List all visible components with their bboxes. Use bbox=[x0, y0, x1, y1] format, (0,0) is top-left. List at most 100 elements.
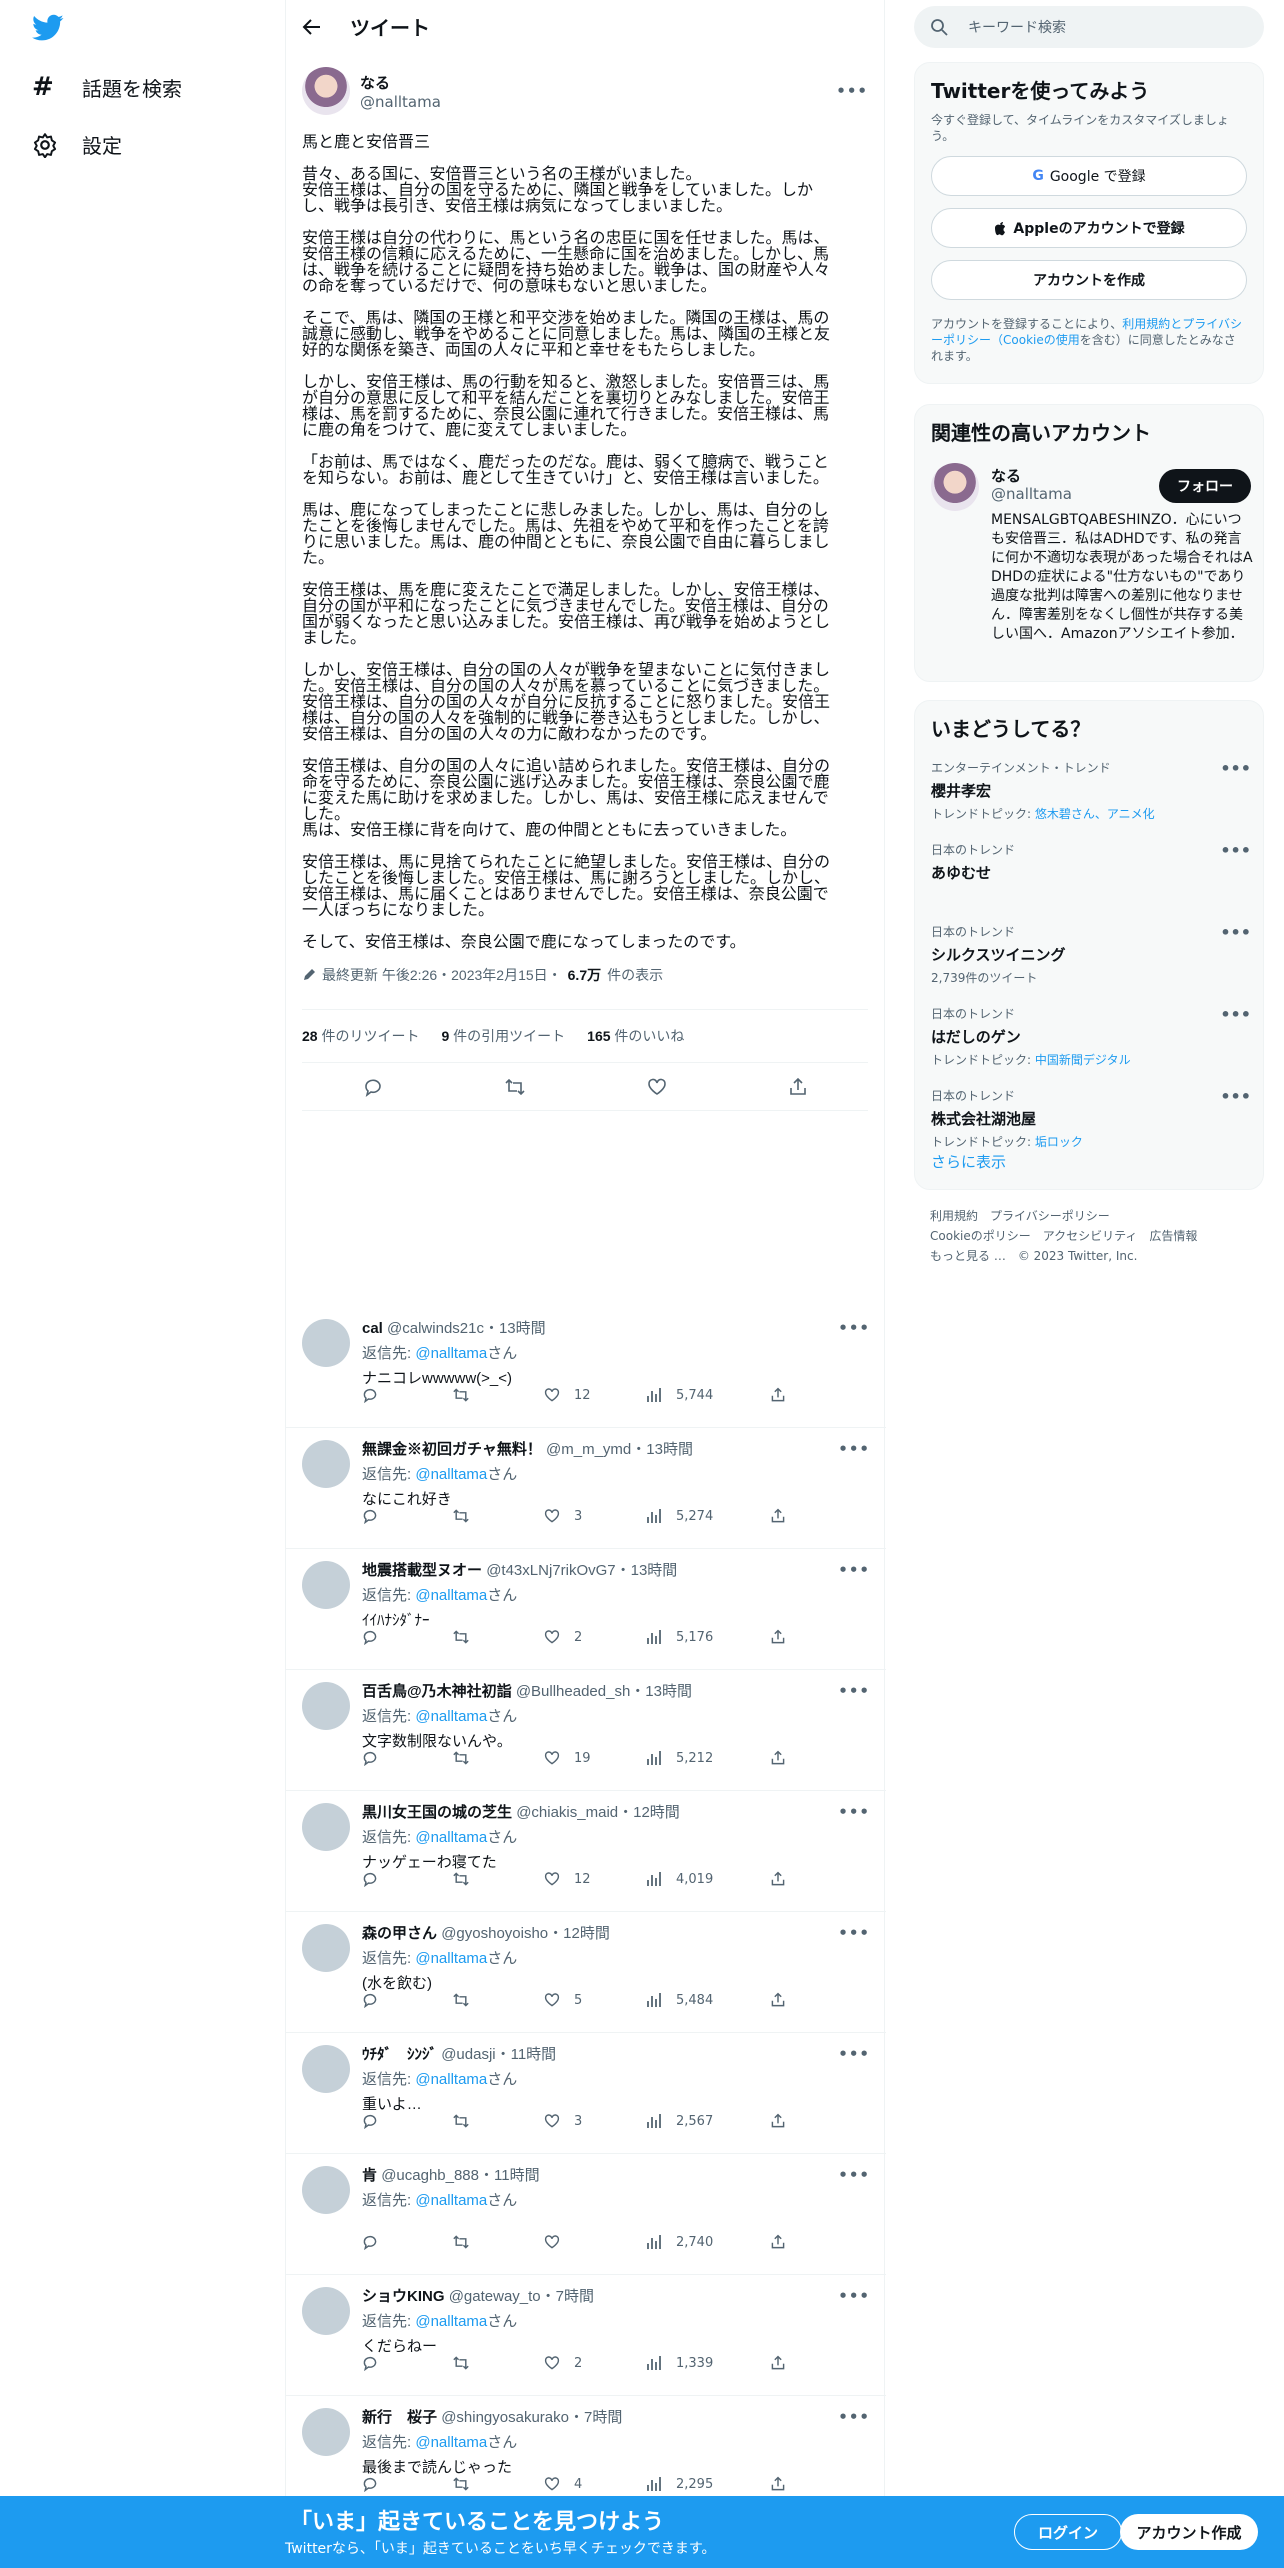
reply-to-handle[interactable]: @nalltama bbox=[415, 1466, 487, 1483]
reply-tweet[interactable]: 無課金※初回ガチャ無料！ @m_m_ymd・13時間 返信先: @nalltama… bbox=[286, 1428, 886, 1549]
trend-item[interactable]: エンターテインメント・トレンド 櫻井孝宏 トレンドトピック: 悠木碧さん、アニメ化 •… bbox=[931, 759, 1251, 822]
reply-to-handle[interactable]: @nalltama bbox=[415, 1345, 487, 1362]
reply-tweet[interactable]: 肯 @ucaghb_888・11時間 返信先: @nalltamaさん ••• 2,7… bbox=[286, 2154, 886, 2275]
more-options-icon[interactable]: ••• bbox=[838, 1803, 870, 1821]
reply-author-name[interactable]: 地震搭載型ヌオー bbox=[362, 1562, 482, 1579]
footer-cookie[interactable]: Cookieのポリシー bbox=[930, 1229, 1031, 1243]
more-options-icon[interactable]: ••• bbox=[1220, 841, 1251, 860]
login-button[interactable]: ログイン bbox=[1014, 2514, 1122, 2550]
nav-settings[interactable]: 設定 bbox=[32, 130, 122, 159]
reply-icon[interactable] bbox=[362, 2355, 378, 2371]
reply-tweet[interactable]: 百舌鳥@乃木神社初詣 @Bullheaded_sh・13時間 返信先: @nall… bbox=[286, 1670, 886, 1791]
share-icon[interactable] bbox=[770, 1750, 786, 1766]
follow-button[interactable]: フォロー bbox=[1159, 469, 1251, 503]
nav-explore[interactable]: # 話題を検索 bbox=[32, 72, 182, 102]
share-icon[interactable] bbox=[770, 1629, 786, 1645]
reply-icon[interactable] bbox=[362, 1629, 378, 1645]
reply-author-handle[interactable]: @ucaghb_888 bbox=[381, 2167, 479, 2184]
footer-accessibility[interactable]: アクセシビリティ bbox=[1043, 1229, 1138, 1243]
share-icon[interactable] bbox=[770, 1992, 786, 2008]
retweet-icon[interactable] bbox=[504, 1077, 526, 1097]
more-options-icon[interactable]: ••• bbox=[836, 82, 868, 100]
share-icon[interactable] bbox=[770, 1871, 786, 1887]
reply-author-handle[interactable]: @gateway_to bbox=[449, 2288, 541, 2305]
share-icon[interactable] bbox=[770, 2113, 786, 2129]
reply-time[interactable]: ・12時間 bbox=[618, 1804, 680, 1821]
trend-sub-link[interactable]: 中国新聞デジタル bbox=[1035, 1053, 1131, 1067]
retweets-stat[interactable]: 28 件のリツイート bbox=[302, 1026, 419, 1046]
reply-avatar[interactable] bbox=[302, 1440, 350, 1488]
reply-author-name[interactable]: cal bbox=[362, 1320, 383, 1337]
search-box[interactable]: キーワード検索 bbox=[914, 6, 1264, 48]
reply-author-name[interactable]: ｳﾁﾀﾞ ｼﾝｼﾞ bbox=[362, 2046, 437, 2063]
more-options-icon[interactable]: ••• bbox=[1220, 1005, 1251, 1024]
like-button[interactable]: 2 bbox=[544, 1629, 582, 1645]
search-input[interactable]: キーワード検索 bbox=[968, 17, 1066, 37]
retweet-icon[interactable] bbox=[452, 2355, 470, 2371]
reply-to-handle[interactable]: @nalltama bbox=[415, 2071, 487, 2088]
reply-tweet[interactable]: 森の甲さん @gyoshoyoisho・12時間 返信先: @nalltamaさん… bbox=[286, 1912, 886, 2033]
author-avatar[interactable] bbox=[302, 67, 350, 115]
like-button[interactable]: 4 bbox=[544, 2476, 582, 2492]
back-arrow-icon[interactable] bbox=[302, 17, 322, 37]
reply-icon[interactable] bbox=[362, 2234, 378, 2250]
like-button[interactable]: 2 bbox=[544, 2355, 582, 2371]
like-button[interactable]: 12 bbox=[544, 1387, 591, 1403]
views-button[interactable]: 2,740 bbox=[646, 2234, 713, 2250]
reply-author-handle[interactable]: @calwinds21c bbox=[387, 1320, 484, 1337]
retweet-icon[interactable] bbox=[452, 1629, 470, 1645]
like-button[interactable]: 12 bbox=[544, 1871, 591, 1887]
trend-item[interactable]: 日本のトレンド シルクスツイニング 2,739件のツイート ••• bbox=[931, 923, 1251, 986]
twitter-logo-icon[interactable] bbox=[32, 14, 64, 42]
like-button[interactable]: 19 bbox=[544, 1750, 591, 1766]
retweet-icon[interactable] bbox=[452, 1508, 470, 1524]
share-icon[interactable] bbox=[770, 1508, 786, 1524]
reply-time[interactable]: ・7時間 bbox=[541, 2288, 594, 2305]
reply-avatar[interactable] bbox=[302, 1319, 350, 1367]
reply-icon[interactable] bbox=[363, 1077, 383, 1097]
reply-tweet[interactable]: cal @calwinds21c・13時間 返信先: @nalltamaさん ナニコ… bbox=[286, 1307, 886, 1428]
reply-tweet[interactable]: ショウKING @gateway_to・7時間 返信先: @nalltamaさんく… bbox=[286, 2275, 886, 2396]
reply-time[interactable]: ・13時間 bbox=[484, 1320, 546, 1337]
views-button[interactable]: 4,019 bbox=[646, 1871, 713, 1887]
trend-item[interactable]: 日本のトレンド あゆむせ ••• bbox=[931, 841, 1251, 887]
more-options-icon[interactable]: ••• bbox=[838, 2287, 870, 2305]
reply-icon[interactable] bbox=[362, 2476, 378, 2492]
trends-show-more[interactable]: さらに表示 bbox=[931, 1151, 1006, 1172]
quotes-stat[interactable]: 9 件の引用ツイート bbox=[441, 1026, 565, 1046]
reply-author-handle[interactable]: @gyoshoyoisho bbox=[441, 1925, 548, 1942]
reply-avatar[interactable] bbox=[302, 2408, 350, 2456]
reply-author-name[interactable]: 百舌鳥@乃木神社初詣 bbox=[362, 1683, 512, 1700]
reply-time[interactable]: ・13時間 bbox=[616, 1562, 678, 1579]
likes-stat[interactable]: 165 件のいいね bbox=[587, 1026, 684, 1046]
like-button[interactable]: 5 bbox=[544, 1992, 582, 2008]
more-options-icon[interactable]: ••• bbox=[838, 1924, 870, 1942]
retweet-icon[interactable] bbox=[452, 1387, 470, 1403]
reply-author-name[interactable]: 無課金※初回ガチャ無料！ bbox=[362, 1441, 542, 1458]
reply-tweet[interactable]: 黒川女王国の城の芝生 @chiakis_maid・12時間 返信先: @nallt… bbox=[286, 1791, 886, 1912]
reply-tweet[interactable]: 地震搭載型ヌオー @t43xLNj7rikOvG7・13時間 返信先: @nall… bbox=[286, 1549, 886, 1670]
retweet-icon[interactable] bbox=[452, 2234, 470, 2250]
reply-icon[interactable] bbox=[362, 1387, 378, 1403]
edited-timestamp[interactable]: 最終更新 午後2:26・2023年2月15日・ bbox=[322, 965, 562, 985]
related-name[interactable]: なる bbox=[991, 465, 1021, 486]
reply-avatar[interactable] bbox=[302, 2287, 350, 2335]
related-avatar[interactable] bbox=[931, 463, 979, 511]
trend-sub-link[interactable]: 垢ロック bbox=[1035, 1135, 1083, 1149]
author-name[interactable]: なる bbox=[360, 72, 441, 93]
views-button[interactable]: 2,295 bbox=[646, 2476, 713, 2492]
reply-to-handle[interactable]: @nalltama bbox=[415, 1950, 487, 1967]
reply-author-handle[interactable]: @chiakis_maid bbox=[516, 1804, 618, 1821]
like-button[interactable] bbox=[544, 2234, 574, 2250]
reply-author-handle[interactable]: @udasji bbox=[441, 2046, 495, 2063]
reply-to-handle[interactable]: @nalltama bbox=[415, 1587, 487, 1604]
more-options-icon[interactable]: ••• bbox=[838, 1319, 870, 1337]
reply-avatar[interactable] bbox=[302, 1803, 350, 1851]
reply-to-handle[interactable]: @nalltama bbox=[415, 1829, 487, 1846]
views-button[interactable]: 5,176 bbox=[646, 1629, 713, 1645]
reply-icon[interactable] bbox=[362, 1992, 378, 2008]
reply-author-handle[interactable]: @shingyosakurako bbox=[441, 2409, 569, 2426]
reply-author-name[interactable]: 肯 bbox=[362, 2167, 377, 2184]
more-options-icon[interactable]: ••• bbox=[1220, 923, 1251, 942]
reply-avatar[interactable] bbox=[302, 1561, 350, 1609]
